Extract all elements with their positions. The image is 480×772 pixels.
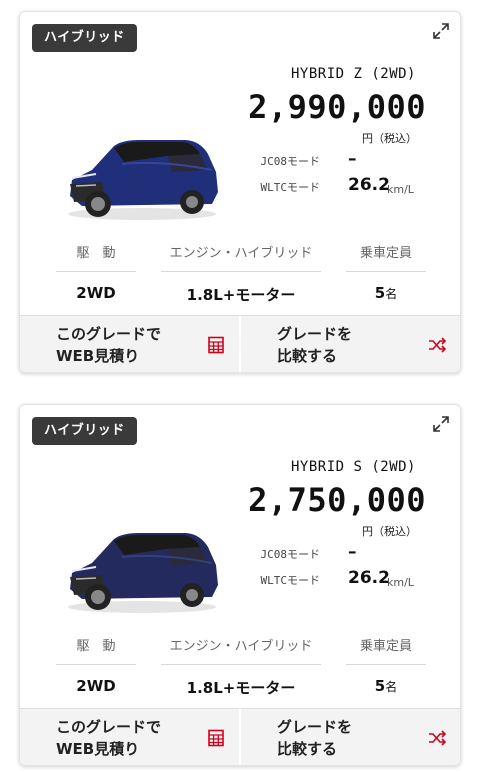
spec-value: 5名 <box>374 677 398 695</box>
spec-value: 2WD <box>76 284 116 302</box>
fuel-value: – <box>348 542 357 562</box>
spec-capacity: 乗車定員 5名 <box>346 242 426 302</box>
button-label: このグレードで WEB見積り <box>56 325 162 365</box>
hybrid-badge: ハイブリッド <box>32 24 137 52</box>
card-actions: このグレードで WEB見積り グレードを 比較する <box>20 708 460 765</box>
price: 2,990,000 <box>248 88 426 126</box>
calculator-icon <box>208 729 224 747</box>
spec-header: エンジン・ハイブリッド <box>161 635 321 665</box>
fuel-row-wltc: WLTCモード 26.2 km/L <box>250 568 450 592</box>
car-image <box>68 140 218 220</box>
web-estimate-button[interactable]: このグレードで WEB見積り <box>20 709 239 765</box>
fuel-label: JC08モード <box>260 155 321 168</box>
compare-grades-button[interactable]: グレードを 比較する <box>239 316 460 372</box>
fuel-value: 26.2 <box>348 568 390 588</box>
fuel-value: – <box>348 149 357 169</box>
spec-header: 駆 動 <box>56 635 136 665</box>
spec-header: 駆 動 <box>56 242 136 272</box>
spec-header: 乗車定員 <box>346 242 426 272</box>
button-label: グレードを 比較する <box>277 325 353 365</box>
price-unit: 円（税込） <box>362 525 417 538</box>
spec-value: 2WD <box>76 677 116 695</box>
fuel-row-jc08: JC08モード – <box>250 149 450 173</box>
spec-engine: エンジン・ハイブリッド 1.8L+モーター <box>161 635 321 698</box>
expand-icon[interactable] <box>432 22 450 40</box>
grade-name: HYBRID Z (2WD) <box>290 66 416 82</box>
web-estimate-button[interactable]: このグレードで WEB見積り <box>20 316 239 372</box>
price: 2,750,000 <box>248 481 426 519</box>
spec-capacity: 乗車定員 5名 <box>346 635 426 695</box>
shuffle-icon <box>429 730 446 746</box>
fuel-row-wltc: WLTCモード 26.2 km/L <box>250 175 450 199</box>
fuel-unit: km/L <box>387 183 414 196</box>
button-label: このグレードで WEB見積り <box>56 718 162 758</box>
compare-grades-button[interactable]: グレードを 比較する <box>239 709 460 765</box>
spec-value: 1.8L+モーター <box>186 679 296 697</box>
fuel-label: WLTCモード <box>260 574 321 587</box>
car-image <box>68 533 218 613</box>
grade-name: HYBRID S (2WD) <box>290 459 416 475</box>
spec-header: 乗車定員 <box>346 635 426 665</box>
price-unit: 円（税込） <box>362 132 417 145</box>
calculator-icon <box>208 336 224 354</box>
card-actions: このグレードで WEB見積り グレードを 比較する <box>20 315 460 372</box>
fuel-row-jc08: JC08モード – <box>250 542 450 566</box>
spec-drive: 駆 動 2WD <box>56 635 136 695</box>
fuel-label: WLTCモード <box>260 181 321 194</box>
shuffle-icon <box>429 337 446 353</box>
fuel-value: 26.2 <box>348 175 390 195</box>
hybrid-badge: ハイブリッド <box>32 417 137 445</box>
spec-value: 5名 <box>374 284 398 302</box>
fuel-unit: km/L <box>387 576 414 589</box>
spec-header: エンジン・ハイブリッド <box>161 242 321 272</box>
grade-card[interactable]: ハイブリッド HYBRID Z (2WD) 2,990,000 円（税込） JC… <box>19 11 461 373</box>
expand-icon[interactable] <box>432 415 450 433</box>
spec-engine: エンジン・ハイブリッド 1.8L+モーター <box>161 242 321 305</box>
spec-drive: 駆 動 2WD <box>56 242 136 302</box>
spec-value: 1.8L+モーター <box>186 286 296 304</box>
fuel-label: JC08モード <box>260 548 321 561</box>
grade-card[interactable]: ハイブリッド HYBRID S (2WD) 2,750,000 円（税込） JC… <box>19 404 461 766</box>
button-label: グレードを 比較する <box>277 718 353 758</box>
